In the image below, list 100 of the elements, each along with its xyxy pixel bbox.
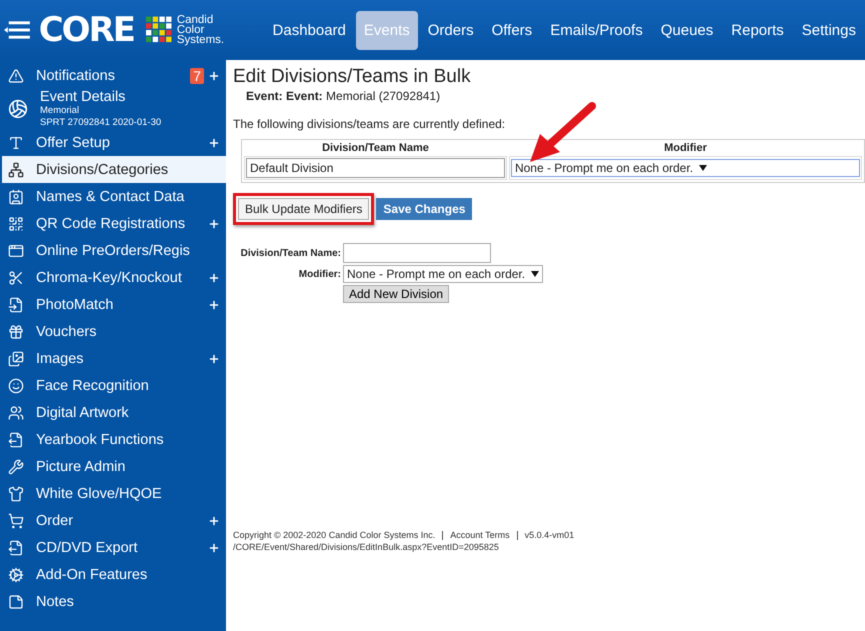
smiley-icon <box>8 378 24 394</box>
account-terms-link[interactable]: Account Terms <box>450 530 510 540</box>
nav-tab[interactable]: Offers <box>484 10 540 50</box>
sidebar-item[interactable]: PhotoMatch <box>2 291 226 318</box>
sidebar-item[interactable]: Online PreOrders/Regis <box>2 237 226 264</box>
sidebar-item[interactable]: Offer Setup <box>2 129 226 156</box>
wrench-icon <box>8 458 24 474</box>
item-label: Face Recognition <box>36 378 150 394</box>
sidebar-item[interactable]: Picture Admin <box>2 453 226 480</box>
sidebar-item[interactable]: Order <box>2 507 226 534</box>
sidebar-item[interactable]: Add-On Features <box>2 561 226 588</box>
nav-tab[interactable]: Reports <box>723 10 792 50</box>
name-field[interactable]: Default Division <box>246 158 505 178</box>
item-label: Yearbook Functions <box>36 432 165 448</box>
item-label: Notes <box>36 594 75 610</box>
copyright-text: Copyright © 2002-2020 Candid Color Systems Inc. <box>233 530 436 540</box>
nav-tab[interactable]: Settings <box>794 10 864 50</box>
sidebar-item[interactable]: Divisions/Categories <box>2 156 226 183</box>
hierarchy-icon <box>8 162 24 178</box>
ball-icon <box>8 99 28 119</box>
expand-icon[interactable] <box>208 298 220 310</box>
modifier-select[interactable]: None - Prompt me on each order. <box>510 159 860 177</box>
caret-icon <box>699 165 708 171</box>
file-import-icon <box>8 296 24 312</box>
qr-code-icon <box>8 216 24 232</box>
item-detail: Memorial <box>40 105 80 117</box>
sidebar-item[interactable]: CD/DVD Export <box>2 534 226 561</box>
expand-icon[interactable] <box>208 542 220 554</box>
sidebar-item[interactable]: Event Details Memorial SPRT 27092841 2020-01-30 <box>2 89 226 129</box>
contact-card-icon <box>8 188 24 204</box>
item-label: Add-On Features <box>36 566 148 582</box>
caret-icon <box>531 271 540 277</box>
expand-icon[interactable] <box>208 514 220 526</box>
nav-tab[interactable]: Orders <box>420 10 482 50</box>
event-line: Event: Event: Memorial (27092841) <box>246 89 442 103</box>
add-division-button[interactable]: Add New Division <box>343 285 450 303</box>
sidebar-item[interactable]: Yearbook Functions <box>2 426 226 453</box>
column-header: Modifier <box>663 142 708 154</box>
sidebar-item[interactable]: Digital Artwork <box>2 399 226 426</box>
scissors-icon <box>8 270 24 286</box>
gift-icon <box>8 324 24 340</box>
item-label: CD/DVD Export <box>36 540 139 556</box>
item-label: Event Details <box>40 89 126 105</box>
menu-icon[interactable] <box>4 19 33 41</box>
intro-text: The following divisions/teams are currently defined: <box>233 117 506 131</box>
item-label: Names & Contact Data <box>36 188 186 204</box>
warning-icon <box>8 68 24 84</box>
brand-name: Candid Color Systems. <box>176 15 226 45</box>
name-input[interactable] <box>343 243 491 263</box>
note-icon <box>8 594 24 610</box>
modifier-select[interactable]: None - Prompt me on each order. <box>343 265 544 283</box>
nav-tab[interactable]: Dashboard <box>264 10 354 50</box>
expand-icon[interactable] <box>208 218 220 230</box>
field-label: Modifier: <box>298 268 341 280</box>
expand-icon[interactable] <box>208 70 220 82</box>
cart-icon <box>8 512 24 528</box>
item-detail: SPRT 27092841 2020-01-30 <box>40 117 162 129</box>
window-icon <box>8 242 24 258</box>
gears-icon <box>8 566 24 582</box>
color-grid-icon <box>146 16 173 44</box>
item-label: Notifications <box>36 68 116 84</box>
sidebar-item[interactable]: White Glove/HQOE <box>2 480 226 507</box>
sidebar-item[interactable]: Names & Contact Data <box>2 183 226 210</box>
version-text: v5.0.4-vm01 <box>524 530 574 540</box>
item-label: Digital Artwork <box>36 404 130 420</box>
page-path: /CORE/Event/Shared/Divisions/EditInBulk.aspx?EventID=2095825 <box>233 541 500 553</box>
nav-tab[interactable]: Emails/Proofs <box>542 10 651 50</box>
sidebar-item[interactable]: Vouchers <box>2 318 226 345</box>
expand-icon[interactable] <box>208 352 220 364</box>
sidebar-item[interactable]: Images <box>2 345 226 372</box>
sidebar-item[interactable]: QR Code Registrations <box>2 210 226 237</box>
people-icon <box>8 404 24 420</box>
item-label: QR Code Registrations <box>36 216 186 232</box>
item-label: White Glove/HQOE <box>36 486 163 502</box>
file-export-icon <box>8 432 24 448</box>
page-title: Edit Divisions/Teams in Bulk <box>233 66 472 88</box>
item-label: Picture Admin <box>36 458 126 474</box>
text-icon <box>8 134 24 150</box>
item-label: Chroma-Key/Knockout <box>36 270 183 286</box>
logo: CORE <box>38 10 134 50</box>
count-badge: 7 <box>190 68 204 84</box>
item-label: Images <box>36 350 85 366</box>
images-icon <box>8 350 24 366</box>
sidebar-item[interactable]: Face Recognition <box>2 372 226 399</box>
item-label: Divisions/Categories <box>36 162 170 178</box>
expand-icon[interactable] <box>208 272 220 284</box>
file-export-icon <box>8 540 24 556</box>
item-label: Order <box>36 512 74 528</box>
field-label: Division/Team Name: <box>240 248 341 258</box>
item-label: Vouchers <box>36 324 98 340</box>
expand-icon[interactable] <box>208 136 220 148</box>
item-label: Offer Setup <box>36 134 111 150</box>
shirt-icon <box>8 486 24 502</box>
item-label: PhotoMatch <box>36 296 114 312</box>
sidebar-item[interactable]: Notes <box>2 588 226 615</box>
bulk-update-button[interactable]: Bulk Update Modifiers <box>238 198 370 220</box>
nav-tab[interactable]: Queues <box>652 10 722 50</box>
sidebar-item[interactable]: Chroma-Key/Knockout <box>2 264 226 291</box>
sidebar-item[interactable]: Notifications 7 <box>2 62 226 89</box>
save-button[interactable]: Save Changes <box>376 198 472 220</box>
